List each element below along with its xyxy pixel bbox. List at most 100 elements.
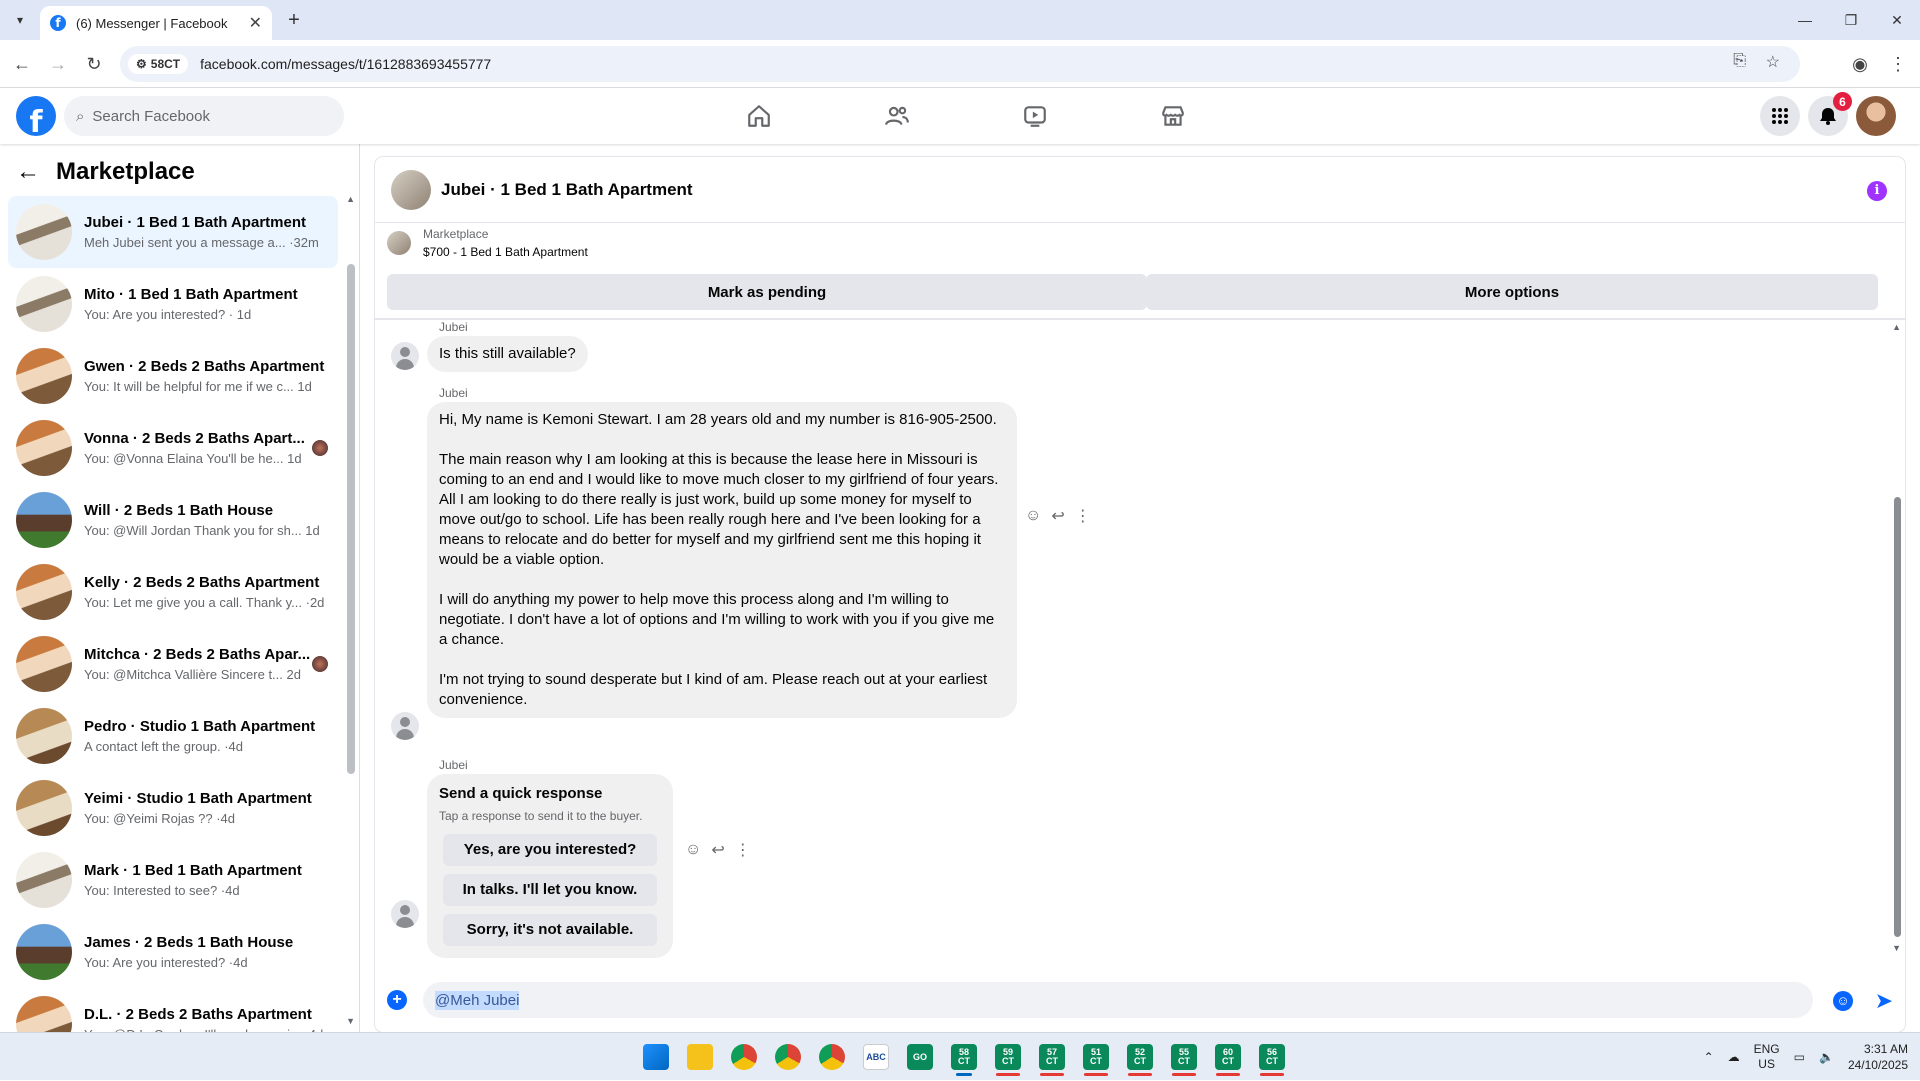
chat-scrollbar[interactable]: [1894, 497, 1901, 937]
taskbar-app-explorer[interactable]: [680, 1037, 720, 1077]
conversation-item[interactable]: Mitchca · 2 Beds 2 Baths Apar... You: @Mi…: [8, 628, 338, 700]
url-text[interactable]: facebook.com/messages/t/1612883693455777: [200, 56, 491, 72]
taskbar-app-51ct[interactable]: 51 CT: [1076, 1037, 1116, 1077]
message-bubble-long[interactable]: Hi, My name is Kemoni Stewart. I am 28 y…: [427, 402, 1017, 718]
message-input[interactable]: @Meh Jubei: [423, 982, 1813, 1018]
taskbar-app-56ct[interactable]: 56 CT: [1252, 1037, 1292, 1077]
taskbar-app-59ct[interactable]: 59 CT: [988, 1037, 1028, 1077]
taskbar-app-chrome[interactable]: [724, 1037, 764, 1077]
conversation-item[interactable]: Kelly · 2 Beds 2 Baths Apartment You: Let…: [8, 556, 338, 628]
conversation-item[interactable]: Mito · 1 Bed 1 Bath Apartment You: Are yo…: [8, 268, 338, 340]
conversation-item[interactable]: Mark · 1 Bed 1 Bath Apartment You: Intere…: [8, 844, 338, 916]
taskbar-app-go-app[interactable]: GO: [900, 1037, 940, 1077]
scroll-down-arrow-icon[interactable]: ▼: [346, 1016, 355, 1026]
56ct-icon: 56 CT: [1259, 1044, 1285, 1070]
chat-scroll-up-icon[interactable]: ▲: [1892, 322, 1901, 332]
sender-avatar[interactable]: [391, 342, 419, 370]
conversation-item[interactable]: Pedro · Studio 1 Bath Apartment A contact…: [8, 700, 338, 772]
react-emoji-icon[interactable]: ☺: [685, 841, 701, 859]
taskbar-app-55ct[interactable]: 55 CT: [1164, 1037, 1204, 1077]
quick-response-button[interactable]: Sorry, it's not available.: [443, 914, 657, 946]
browser-menu-icon[interactable]: ⋮: [1886, 52, 1910, 76]
more-options-button[interactable]: More options: [1146, 274, 1878, 310]
minimize-button[interactable]: —: [1782, 0, 1828, 40]
install-app-icon[interactable]: ⎘: [1733, 52, 1746, 70]
quick-response-button[interactable]: Yes, are you interested?: [443, 834, 657, 866]
notifications-button[interactable]: 6: [1808, 92, 1852, 136]
network-icon[interactable]: ▭: [1794, 1050, 1805, 1064]
send-icon[interactable]: ➤: [1875, 988, 1893, 1014]
conversation-item[interactable]: Will · 2 Beds 1 Bath House You: @Will Jor…: [8, 484, 338, 556]
back-arrow-icon[interactable]: ←: [16, 158, 40, 186]
chat-title[interactable]: Jubei · 1 Bed 1 Bath Apartment: [441, 180, 693, 200]
tab-list-button[interactable]: ▾: [8, 8, 32, 32]
taskbar-app-start[interactable]: [636, 1037, 676, 1077]
profile-icon[interactable]: ◉: [1848, 52, 1872, 76]
listing-thumb[interactable]: [391, 169, 431, 210]
conversation-item[interactable]: James · 2 Beds 1 Bath House You: Are you …: [8, 916, 338, 988]
tray-overflow-icon[interactable]: ⌃: [1704, 1050, 1714, 1064]
new-tab-button[interactable]: +: [282, 8, 306, 32]
conversation-item[interactable]: Gwen · 2 Beds 2 Baths Apartment You: It w…: [8, 340, 338, 412]
reply-icon[interactable]: ↩: [1051, 506, 1064, 526]
sender-name: Jubei: [439, 320, 468, 334]
friends-icon: [885, 106, 909, 126]
facebook-logo-icon[interactable]: f: [16, 96, 56, 136]
taskbar-app-60ct[interactable]: 60 CT: [1208, 1037, 1248, 1077]
message-text: Is this still available?: [439, 345, 576, 362]
clock[interactable]: 3:31 AM 24/10/2025: [1848, 1041, 1908, 1073]
marketplace-nav-button[interactable]: [1104, 88, 1242, 144]
volume-icon[interactable]: 🔈: [1819, 1050, 1834, 1064]
chat-scroll-down-icon[interactable]: ▼: [1892, 943, 1901, 953]
taskbar-app-abc-app[interactable]: ABC: [856, 1037, 896, 1077]
windows-taskbar: ABC GO 58 CT 59 CT 57 CT 51 CT 52 CT 55 CT 60 CT…: [0, 1032, 1920, 1080]
close-window-button[interactable]: ✕: [1874, 0, 1920, 40]
bookmark-star-icon[interactable]: ☆: [1766, 52, 1780, 72]
video-nav-button[interactable]: [966, 88, 1104, 144]
reload-button[interactable]: ↻: [82, 52, 106, 76]
message-bubble[interactable]: Is this still available?: [427, 336, 588, 372]
more-dots-icon[interactable]: ⋮: [1075, 506, 1091, 526]
omnibox[interactable]: ⚙ 58CT facebook.com/messages/t/1612883693…: [120, 46, 1800, 82]
52ct-icon: 52 CT: [1127, 1044, 1153, 1070]
sender-avatar[interactable]: [391, 712, 419, 740]
taskbar-app-57ct[interactable]: 57 CT: [1032, 1037, 1072, 1077]
taskbar-app-58ct[interactable]: 58 CT: [944, 1037, 984, 1077]
clock-time: 3:31 AM: [1863, 1042, 1908, 1056]
info-icon[interactable]: i: [1867, 181, 1887, 201]
reply-icon[interactable]: ↩: [711, 840, 724, 860]
sidebar-scrollbar[interactable]: [347, 264, 355, 774]
back-button[interactable]: ←: [10, 52, 34, 76]
taskbar-app-chrome-profile-a[interactable]: [768, 1037, 808, 1077]
conversation-item[interactable]: Yeimi · Studio 1 Bath Apartment You: @Yei…: [8, 772, 338, 844]
sender-avatar[interactable]: [391, 900, 419, 928]
forward-button[interactable]: →: [46, 52, 70, 76]
listing-info[interactable]: Marketplace $700 - 1 Bed 1 Bath Apartmen…: [387, 227, 588, 259]
friends-nav-button[interactable]: [828, 88, 966, 144]
more-dots-icon[interactable]: ⋮: [735, 840, 751, 860]
quick-response-card: Send a quick response Tap a response to …: [427, 774, 673, 958]
account-avatar[interactable]: [1856, 96, 1896, 136]
quick-response-button[interactable]: In talks. I'll let you know.: [443, 874, 657, 906]
taskbar-app-chrome-profile-b[interactable]: [812, 1037, 852, 1077]
onedrive-icon[interactable]: ☁: [1728, 1050, 1740, 1064]
home-nav-button[interactable]: [690, 88, 828, 144]
restore-button[interactable]: ❐: [1828, 0, 1874, 40]
browser-tab[interactable]: f (6) Messenger | Facebook ✕: [40, 6, 272, 40]
close-tab-icon[interactable]: ✕: [249, 13, 262, 33]
conversation-thumb: [16, 276, 72, 332]
menu-grid-button[interactable]: [1760, 96, 1800, 136]
conversation-preview: Meh Jubei sent you a message a... ·32m: [84, 235, 319, 250]
mark-as-pending-button[interactable]: Mark as pending: [387, 274, 1147, 310]
facebook-search-input[interactable]: ⌕ Search Facebook: [64, 96, 344, 136]
system-tray: ⌃ ☁ ENG US ▭ 🔈 3:31 AM 24/10/2025: [1704, 1033, 1908, 1081]
conversation-item[interactable]: Jubei · 1 Bed 1 Bath Apartment Meh Jubei …: [8, 196, 338, 268]
language-indicator[interactable]: ENG US: [1754, 1042, 1780, 1072]
react-emoji-icon[interactable]: ☺: [1025, 507, 1041, 525]
conversation-item[interactable]: Vonna · 2 Beds 2 Baths Apart... You: @Von…: [8, 412, 338, 484]
scroll-up-arrow-icon[interactable]: ▲: [346, 194, 355, 204]
add-attachment-button[interactable]: +: [387, 990, 407, 1010]
emoji-icon[interactable]: ☺: [1833, 991, 1853, 1011]
taskbar-app-52ct[interactable]: 52 CT: [1120, 1037, 1160, 1077]
site-info-chip[interactable]: ⚙ 58CT: [128, 54, 189, 74]
